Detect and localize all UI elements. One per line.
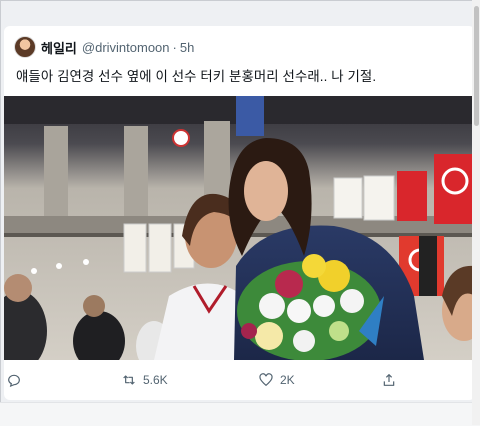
like-count: 2K <box>280 373 295 387</box>
retweet-count: 5.6K <box>143 373 168 387</box>
like-button[interactable]: 2K <box>258 369 295 391</box>
retweet-icon <box>123 375 135 385</box>
scrollbar[interactable] <box>472 0 480 425</box>
share-icon <box>383 374 395 386</box>
tweet-actions: 5.6K 2K <box>4 369 475 391</box>
timestamp[interactable]: 5h <box>180 40 194 55</box>
share-button[interactable] <box>381 369 397 391</box>
user-handle[interactable]: @drivintomoon <box>82 40 170 55</box>
photo-illustration <box>4 96 475 360</box>
scrollbar-thumb[interactable] <box>474 6 479 126</box>
retweet-button[interactable]: 5.6K <box>121 369 168 391</box>
reply-button[interactable] <box>6 369 28 391</box>
reply-icon <box>8 374 20 388</box>
heart-icon <box>259 373 273 387</box>
tweet-photo[interactable] <box>4 96 475 360</box>
avatar[interactable] <box>14 36 36 58</box>
separator-dot: · <box>172 39 177 55</box>
tweet-text: 얘들아 김연경 선수 옆에 이 선수 터키 분홍머리 선수래.. 나 기절. <box>16 69 377 84</box>
bottom-bar <box>0 402 480 426</box>
tweet-header: 헤일리 @drivintomoon · 5h <box>14 36 194 58</box>
display-name[interactable]: 헤일리 <box>41 38 77 57</box>
tweet-card[interactable]: 헤일리 @drivintomoon · 5h 얘들아 김연경 선수 옆에 이 선… <box>4 26 475 400</box>
